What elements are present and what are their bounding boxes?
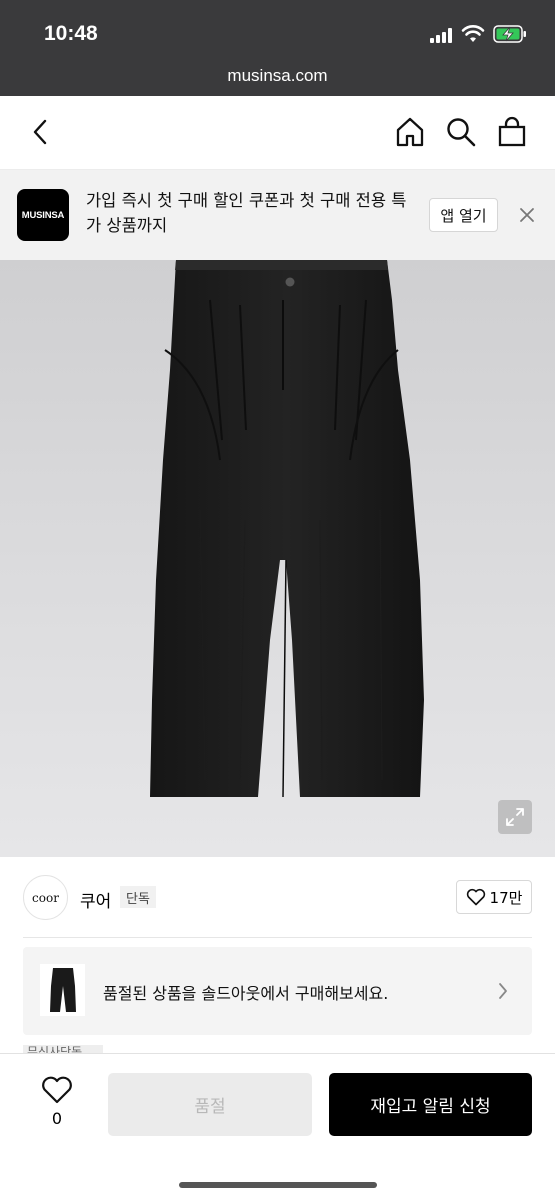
chevron-right-icon bbox=[499, 983, 507, 999]
wishlist-button[interactable] bbox=[38, 1076, 76, 1108]
back-icon[interactable] bbox=[22, 114, 58, 150]
heart-icon bbox=[466, 888, 485, 906]
exclusive-badge: 단독 bbox=[120, 886, 156, 908]
bottom-purchase-bar: 0 품절 재입고 알림 신청 bbox=[0, 1053, 555, 1200]
banner-message: 가입 즉시 첫 구매 할인 쿠폰과 첫 구매 전용 특가 상품까지 bbox=[86, 191, 407, 235]
heart-icon bbox=[42, 1076, 72, 1104]
cart-icon[interactable] bbox=[494, 114, 530, 150]
product-thumbnail bbox=[40, 964, 85, 1016]
brand-name[interactable]: 쿠어 bbox=[80, 887, 111, 912]
brand-logo[interactable]: coor bbox=[23, 875, 68, 920]
restock-alert-button[interactable]: 재입고 알림 신청 bbox=[329, 1073, 532, 1136]
musinsa-app-logo: MUSINSA bbox=[17, 189, 69, 241]
brand-like-button[interactable]: 17만 bbox=[456, 880, 532, 914]
divider bbox=[23, 937, 532, 938]
soldout-promo-card[interactable]: 품절된 상품을 솔드아웃에서 구매해보세요. bbox=[23, 947, 532, 1035]
home-icon[interactable] bbox=[392, 114, 428, 150]
open-app-button[interactable]: 앱 열기 bbox=[429, 198, 498, 232]
soldout-message: 품절된 상품을 솔드아웃에서 구매해보세요. bbox=[103, 984, 389, 1003]
wishlist-count: 0 bbox=[51, 1109, 63, 1128]
product-image[interactable] bbox=[0, 260, 555, 857]
pants-illustration bbox=[150, 260, 424, 798]
cellular-signal-icon bbox=[430, 27, 456, 43]
address-bar-url[interactable]: musinsa.com bbox=[0, 66, 555, 86]
search-icon[interactable] bbox=[443, 114, 479, 150]
wifi-icon bbox=[461, 25, 485, 42]
soldout-button: 품절 bbox=[108, 1073, 312, 1136]
home-indicator[interactable] bbox=[179, 1182, 377, 1188]
battery-charging-icon bbox=[493, 25, 526, 43]
like-count: 17만 bbox=[489, 888, 523, 907]
close-icon[interactable] bbox=[516, 204, 538, 226]
expand-image-button[interactable] bbox=[498, 800, 532, 834]
browser-status-bar: 10:48 musinsa.com bbox=[0, 0, 555, 96]
expand-icon bbox=[506, 808, 524, 826]
status-time: 10:48 bbox=[44, 22, 98, 45]
brand-row: coor 쿠어 단독 17만 bbox=[0, 857, 555, 937]
top-navigation bbox=[0, 96, 555, 170]
